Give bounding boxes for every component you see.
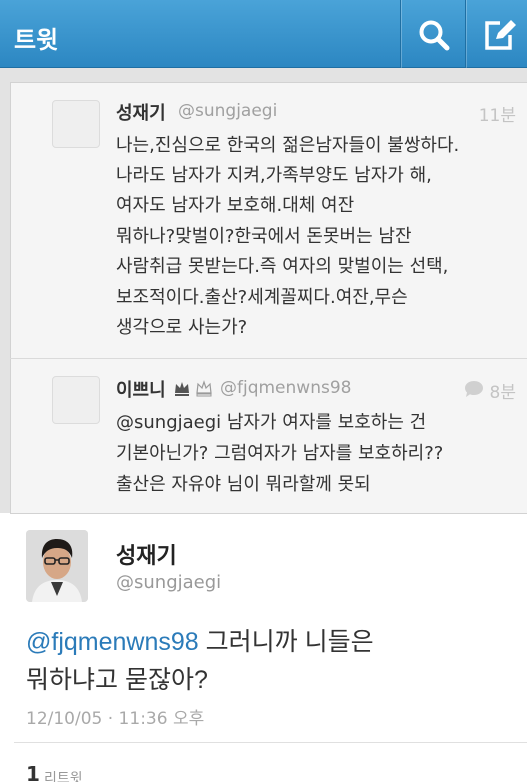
- tweet-author-handle[interactable]: @sungjaegi: [178, 101, 277, 121]
- tweet-text-line: 나라도 남자가 지켜,가족부양도 남자가 해,: [116, 165, 432, 186]
- avatar[interactable]: [26, 530, 88, 602]
- compose-button[interactable]: [465, 0, 527, 68]
- tweet-text-line: 출산은 자유야 님이 뭐라할께 못되: [116, 474, 371, 495]
- tweet-author-handle[interactable]: @sungjaegi: [116, 572, 221, 593]
- mention-link[interactable]: @fjqmenwns98: [26, 628, 199, 656]
- crown-icon: [175, 382, 189, 396]
- tweet-text-line: 보조적이다.출산?세계꼴찌다.여잔,무슨: [116, 287, 408, 308]
- tweet-timestamp: 8분: [489, 383, 516, 403]
- avatar[interactable]: [52, 100, 100, 148]
- tweet-author-name[interactable]: 성재기: [116, 538, 177, 570]
- tweet-author-name[interactable]: 이쁘니: [116, 376, 166, 402]
- tweet-text-line: 사람취급 못받는다.즉 여자의 맞벌이는 선택,: [116, 256, 449, 277]
- search-icon: [419, 20, 450, 51]
- retweet-label[interactable]: 리트윗: [44, 768, 83, 782]
- tweet-text-line: 뭐하나?맞벌이?한국에서 돈못버는 남잔: [116, 226, 412, 247]
- search-button[interactable]: [400, 0, 464, 68]
- profile-photo: [26, 530, 88, 602]
- tweet-text-line: 생각으로 사는가?: [116, 317, 248, 338]
- tweet-text-line: @sungjaegi 남자가 여자를 보호하는 건: [116, 412, 427, 433]
- tweet-text-line: 기본아닌가? 그럼여자가 남자를 보호하리??: [116, 443, 444, 464]
- tweet-divider: [10, 358, 527, 359]
- main-tweet-text-line: @fjqmenwns98 그러니까 니들은: [26, 622, 374, 658]
- tweet-author-name[interactable]: 성재기: [116, 99, 166, 125]
- tweet-date: 12/10/05 · 11:36 오후: [26, 709, 205, 729]
- tweet-divider: [14, 742, 527, 743]
- main-tweet-text-line: 뭐하냐고 묻잖아?: [26, 666, 208, 694]
- tweet-timestamp: 11분: [478, 106, 516, 126]
- app-header: 트윗: [0, 0, 527, 68]
- main-tweet-text: 그러니까 니들은: [198, 628, 374, 656]
- tweet-text-line: 나는,진심으로 한국의 젊은남자들이 불쌍하다.: [116, 135, 460, 156]
- page-title: 트윗: [14, 26, 59, 54]
- avatar[interactable]: [52, 376, 100, 424]
- tweet-author-handle[interactable]: @fjqmenwns98: [220, 378, 351, 398]
- compose-icon: [485, 20, 516, 50]
- tweet-text-line: 여자도 남자가 보호해.대체 여잔: [116, 195, 355, 216]
- retweet-count[interactable]: 1: [26, 762, 40, 782]
- crown-outline-icon: [196, 380, 212, 397]
